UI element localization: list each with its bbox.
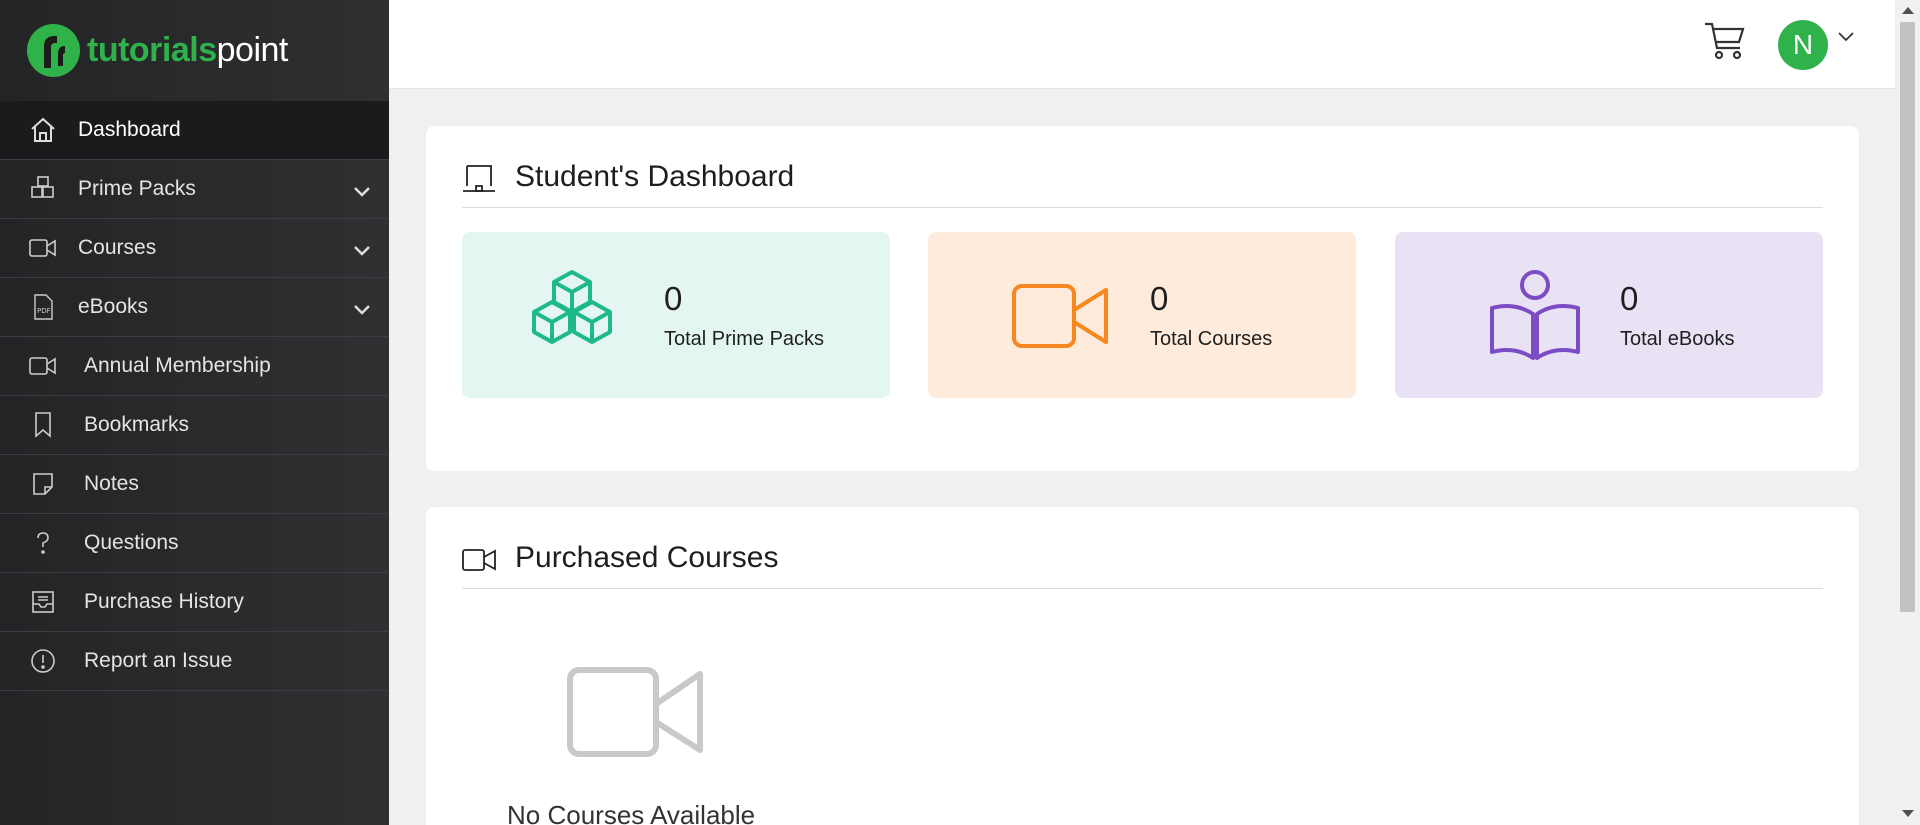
svg-text:PDF: PDF [37,307,51,315]
video-icon [28,351,58,381]
sidebar-item-label: Prime Packs [78,177,196,200]
video-icon [462,543,496,577]
scroll-down-arrow-icon[interactable] [1902,810,1914,817]
stat-card-ebooks[interactable]: 0 Total eBooks [1395,232,1823,398]
stat-label: Total Prime Packs [664,328,825,350]
stat-value: 0 [1150,280,1169,317]
sidebar-item-label: eBooks [78,295,149,318]
sidebar-item-notes[interactable]: Notes [0,455,389,514]
sidebar: tutorialspoint Dashboard Prime Packs Cou… [0,0,389,825]
page-title: Student's Dashboard [515,160,795,193]
sidebar-item-dashboard[interactable]: Dashboard [0,101,389,160]
purchased-courses-panel: Purchased Courses No Courses Available [426,507,1859,825]
avatar[interactable]: N [1778,20,1828,70]
chevron-down-icon[interactable] [353,298,371,322]
video-icon [1011,268,1111,364]
reader-icon [1485,268,1585,364]
cubes-icon [28,174,58,204]
stat-card-courses[interactable]: 0 Total Courses [928,232,1356,398]
sidebar-item-label: Bookmarks [84,413,190,436]
sidebar-item-report-issue[interactable]: Report an Issue [0,632,389,691]
stat-value: 0 [664,280,683,317]
sidebar-item-label: Purchase History [84,590,244,613]
chevron-down-icon[interactable] [1837,30,1855,48]
question-icon [28,528,58,558]
laptop-icon [462,162,496,196]
note-icon [28,469,58,499]
sidebar-item-courses[interactable]: Courses [0,219,389,278]
cubes-icon [524,268,624,364]
pdf-icon: PDF [28,292,58,322]
sidebar-item-label: Notes [84,472,139,495]
sidebar-item-label: Report an Issue [84,649,233,672]
scrollbar-thumb[interactable] [1900,22,1915,612]
chevron-down-icon[interactable] [353,239,371,263]
empty-state-text: No Courses Available [507,800,756,825]
top-bar: N [389,0,1895,89]
brand-logo[interactable]: tutorialspoint [0,0,389,101]
section-title: Purchased Courses [515,541,779,574]
cart-icon[interactable] [1703,20,1747,62]
scrollbar[interactable] [1895,0,1920,825]
sidebar-item-purchase-history[interactable]: Purchase History [0,573,389,632]
sidebar-item-label: Dashboard [78,118,181,141]
panel-header: Purchased Courses [462,541,1823,589]
video-icon [566,664,706,760]
sidebar-item-annual-membership[interactable]: Annual Membership [0,337,389,396]
stat-card-prime-packs[interactable]: 0 Total Prime Packs [462,232,890,398]
students-dashboard-panel: Student's Dashboard 0 Total Prime Packs … [426,126,1859,471]
sidebar-item-label: Questions [84,531,179,554]
sidebar-item-ebooks[interactable]: PDF eBooks [0,278,389,337]
brand-name: tutorialspoint [87,31,288,69]
sidebar-item-prime-packs[interactable]: Prime Packs [0,160,389,219]
stat-label: Total eBooks [1620,328,1735,350]
bookmark-icon [28,410,58,440]
inbox-icon [28,587,58,617]
stat-value: 0 [1620,280,1639,317]
logo-icon [27,24,80,77]
sidebar-item-bookmarks[interactable]: Bookmarks [0,396,389,455]
panel-header: Student's Dashboard [462,160,1823,208]
sidebar-item-label: Annual Membership [84,354,271,377]
stat-label: Total Courses [1150,328,1273,350]
scroll-up-arrow-icon[interactable] [1902,7,1914,14]
sidebar-item-label: Courses [78,236,157,259]
chevron-down-icon[interactable] [353,180,371,204]
alert-circle-icon [28,646,58,676]
home-icon [28,115,58,145]
video-icon [28,233,58,263]
sidebar-item-questions[interactable]: Questions [0,514,389,573]
